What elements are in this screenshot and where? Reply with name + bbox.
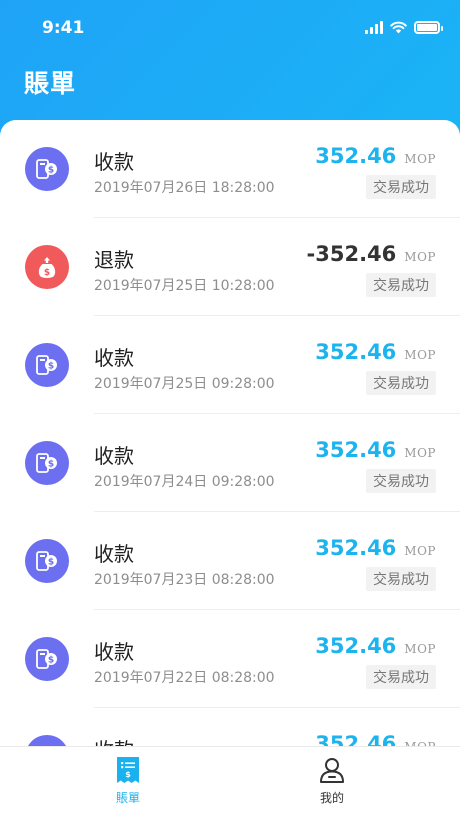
transaction-type: 退款 xyxy=(94,248,134,272)
transaction-type: 收款 xyxy=(94,150,134,174)
transaction-amount: -352.46 xyxy=(306,242,397,266)
tab-bar: $ 賬單 我的 xyxy=(0,746,460,818)
transaction-row[interactable]: $ 收款 2019年07月24日 09:28:00 352.46 MOP 交易成功 xyxy=(0,414,460,512)
transaction-date: 2019年07月26日 18:28:00 xyxy=(94,180,275,196)
transaction-list[interactable]: $ 收款 2019年07月26日 18:28:00 352.46 MOP 交易成功 $ 退款 2… xyxy=(0,120,460,746)
transaction-status-badge: 交易成功 xyxy=(366,371,436,395)
transaction-type: 收款 xyxy=(94,444,134,468)
svg-text:$: $ xyxy=(48,558,54,568)
receive-payment-icon: $ xyxy=(25,441,69,485)
transaction-currency: MOP xyxy=(404,152,436,166)
transaction-row[interactable]: $ 收款 2019年07月26日 18:28:00 352.46 MOP 交易成功 xyxy=(0,120,460,218)
refund-icon: $ xyxy=(25,245,69,289)
status-bar: 9:41 xyxy=(0,0,460,58)
transaction-status-badge: 交易成功 xyxy=(366,665,436,689)
tab-bills[interactable]: $ 賬單 xyxy=(88,755,168,806)
wifi-icon xyxy=(390,21,407,33)
transaction-amount: 352.46 xyxy=(315,634,397,658)
transaction-currency: MOP xyxy=(404,544,436,558)
transaction-status-badge: 交易成功 xyxy=(366,469,436,493)
transaction-type: 收款 xyxy=(94,542,134,566)
transaction-amount-group: -352.46 MOP xyxy=(307,242,436,266)
bill-icon: $ xyxy=(117,757,139,783)
receive-payment-icon: $ xyxy=(25,539,69,583)
transaction-currency: MOP xyxy=(404,348,436,362)
transaction-amount: 352.46 xyxy=(315,144,397,168)
transaction-amount: 352.46 xyxy=(315,732,397,746)
transaction-type: 收款 xyxy=(94,346,134,370)
transaction-currency: MOP xyxy=(404,642,436,656)
transaction-date: 2019年07月24日 09:28:00 xyxy=(94,474,275,490)
transaction-amount-group: 352.46MOP xyxy=(315,732,436,746)
transaction-amount-group: 352.46 MOP xyxy=(315,340,436,364)
user-icon xyxy=(320,758,344,783)
svg-text:$: $ xyxy=(125,770,131,779)
transaction-amount: 352.46 xyxy=(315,536,397,560)
receive-payment-icon: $ xyxy=(25,147,69,191)
status-icons xyxy=(365,20,443,34)
tab-bills-label: 賬單 xyxy=(115,791,140,805)
transaction-amount-group: 352.46 MOP xyxy=(315,144,436,168)
transaction-row[interactable]: $ 收款 352.46MOP xyxy=(0,708,460,746)
transaction-amount: 352.46 xyxy=(315,438,397,462)
transaction-amount-group: 352.46 MOP xyxy=(315,536,436,560)
transaction-currency: MOP xyxy=(404,446,436,460)
tab-me[interactable]: 我的 xyxy=(292,755,372,806)
receive-payment-icon: $ xyxy=(25,343,69,387)
page-title: 賬單 xyxy=(24,69,77,98)
transaction-row[interactable]: $ 收款 2019年07月25日 09:28:00 352.46 MOP 交易成功 xyxy=(0,316,460,414)
transaction-type: 收款 xyxy=(94,734,134,746)
receive-payment-icon: $ xyxy=(25,637,69,681)
receive-payment-icon: $ xyxy=(25,735,69,746)
status-time: 9:41 xyxy=(42,18,85,38)
transaction-date: 2019年07月23日 08:28:00 xyxy=(94,572,275,588)
transaction-amount: 352.46 xyxy=(315,340,397,364)
transaction-amount-group: 352.46 MOP xyxy=(315,438,436,462)
transaction-currency: MOP xyxy=(404,250,436,264)
cellular-signal-icon xyxy=(365,20,383,34)
transaction-status-badge: 交易成功 xyxy=(366,273,436,297)
battery-icon xyxy=(414,20,443,34)
svg-text:$: $ xyxy=(48,460,54,470)
tab-me-label: 我的 xyxy=(319,791,344,805)
transaction-row[interactable]: $ 收款 2019年07月23日 08:28:00 352.46 MOP 交易成功 xyxy=(0,512,460,610)
svg-text:$: $ xyxy=(48,166,54,176)
transaction-status-badge: 交易成功 xyxy=(366,567,436,591)
svg-text:$: $ xyxy=(44,268,50,278)
svg-text:$: $ xyxy=(48,656,54,666)
transaction-type: 收款 xyxy=(94,640,134,664)
transaction-date: 2019年07月25日 09:28:00 xyxy=(94,376,275,392)
transaction-date: 2019年07月22日 08:28:00 xyxy=(94,670,275,686)
transaction-status-badge: 交易成功 xyxy=(366,175,436,199)
transaction-date: 2019年07月25日 10:28:00 xyxy=(94,278,275,294)
svg-text:$: $ xyxy=(48,362,54,372)
transaction-row[interactable]: $ 退款 2019年07月25日 10:28:00 -352.46 MOP 交易成功 xyxy=(0,218,460,316)
transaction-row[interactable]: $ 收款 2019年07月22日 08:28:00 352.46 MOP 交易成功 xyxy=(0,610,460,708)
transaction-amount-group: 352.46 MOP xyxy=(315,634,436,658)
